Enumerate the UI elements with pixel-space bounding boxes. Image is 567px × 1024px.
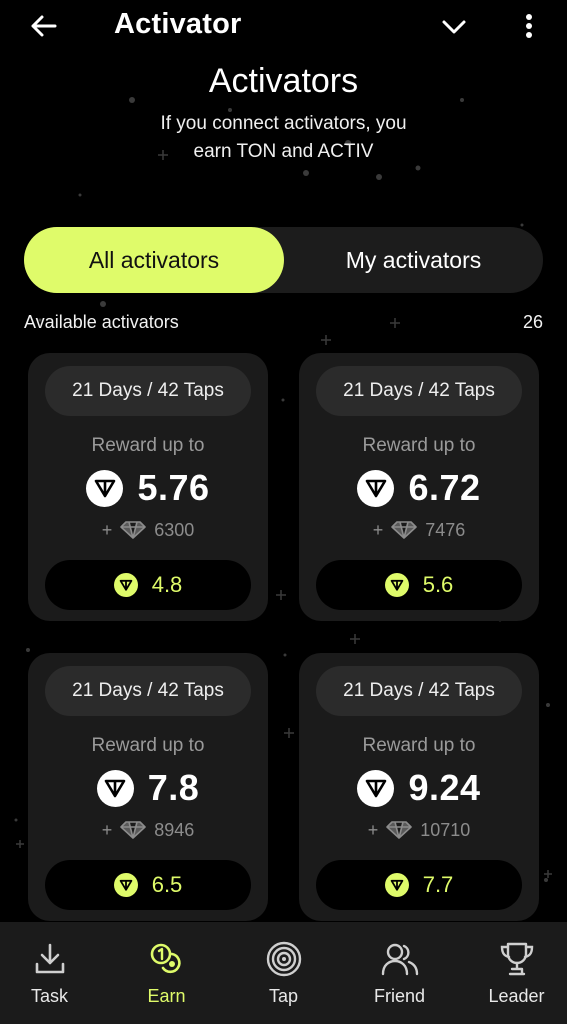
arrow-left-icon <box>31 15 57 37</box>
activator-tabs: All activators My activators <box>24 227 543 293</box>
reward-value: 5.76 <box>137 467 210 508</box>
ton-icon <box>357 769 395 807</box>
gem-bonus: + 6300 <box>28 518 268 542</box>
duration-badge: 21 Days / 42 Taps <box>316 666 522 716</box>
nav-item-task[interactable]: Task <box>0 922 106 1024</box>
ton-icon <box>86 469 124 507</box>
reward-amount: 6.72 <box>299 467 539 509</box>
price-value: 6.5 <box>151 872 183 897</box>
gem-bonus: + 10710 <box>299 818 539 842</box>
app-bar: Activator <box>0 0 567 52</box>
plus-sign: + <box>367 819 379 840</box>
buy-button[interactable]: 5.6 <box>316 560 522 610</box>
tab-my-activators[interactable]: My activators <box>284 227 543 293</box>
activator-card[interactable]: 21 Days / 42 Taps Reward up to 7.8 + 894… <box>28 653 268 921</box>
reward-label: Reward up to <box>91 435 205 456</box>
reward-value: 6.72 <box>408 467 481 508</box>
page-subtitle: If you connect activators, you earn TON … <box>0 110 567 166</box>
subtitle-line: earn TON and ACTIV <box>193 141 374 162</box>
gem-bonus: + 7476 <box>299 518 539 542</box>
chevron-down-icon <box>442 20 466 34</box>
users-icon <box>381 943 418 976</box>
gem-value: 8946 <box>154 819 195 840</box>
activator-card[interactable]: 21 Days / 42 Taps Reward up to 6.72 + 74… <box>299 353 539 621</box>
duration-badge: 21 Days / 42 Taps <box>45 366 251 416</box>
diamond-icon <box>120 821 147 839</box>
reward-value: 7.8 <box>147 767 200 808</box>
nav-item-friend[interactable]: Friend <box>343 922 456 1024</box>
nav-label: Earn <box>147 986 186 1006</box>
tab-all-activators[interactable]: All activators <box>24 227 284 293</box>
plus-sign: + <box>101 819 113 840</box>
activator-card[interactable]: 21 Days / 42 Taps Reward up to 9.24 + 10… <box>299 653 539 921</box>
coins-icon <box>150 943 181 974</box>
gem-bonus: + 8946 <box>28 818 268 842</box>
reward-label: Reward up to <box>91 735 205 756</box>
ton-icon <box>384 873 409 897</box>
available-activators-label: Available activators <box>24 312 179 332</box>
reward-label: Reward up to <box>362 735 476 756</box>
plus-sign: + <box>372 519 384 540</box>
bottom-navigation: Task Earn Tap Friend Leader <box>0 922 567 1024</box>
reward-amount: 9.24 <box>299 767 539 809</box>
price-value: 4.8 <box>151 572 183 597</box>
reward-label: Reward up to <box>362 435 476 456</box>
ton-icon <box>113 873 138 897</box>
nav-label: Tap <box>268 986 299 1006</box>
nav-label: Leader <box>488 986 545 1006</box>
nav-item-leader[interactable]: Leader <box>460 922 567 1024</box>
more-menu-button[interactable] <box>515 10 543 42</box>
nav-item-tap[interactable]: Tap <box>227 922 340 1024</box>
available-activators-count: 26 <box>522 312 543 332</box>
plus-sign: + <box>101 519 113 540</box>
trophy-icon <box>500 942 533 976</box>
buy-button[interactable]: 7.7 <box>316 860 522 910</box>
activator-card[interactable]: 21 Days / 42 Taps Reward up to 5.76 + 63… <box>28 353 268 621</box>
target-icon <box>266 941 301 977</box>
gem-value: 10710 <box>420 819 471 840</box>
ton-icon <box>384 573 409 597</box>
screen: Activator Activators If you connect acti… <box>0 0 567 1024</box>
diamond-icon <box>391 521 418 539</box>
dropdown-button[interactable] <box>438 12 470 42</box>
app-title: Activator <box>114 8 242 40</box>
download-icon <box>35 943 64 974</box>
ton-icon <box>357 469 395 507</box>
buy-button[interactable]: 4.8 <box>45 560 251 610</box>
reward-amount: 5.76 <box>28 467 268 509</box>
nav-label: Friend <box>373 986 426 1006</box>
page-title: Activators <box>208 62 359 100</box>
buy-button[interactable]: 6.5 <box>45 860 251 910</box>
subtitle-line: If you connect activators, you <box>160 113 407 134</box>
price-value: 7.7 <box>422 872 454 897</box>
diamond-icon <box>386 821 413 839</box>
ton-icon <box>96 769 134 807</box>
nav-label: Task <box>30 986 68 1006</box>
duration-badge: 21 Days / 42 Taps <box>45 666 251 716</box>
price-value: 5.6 <box>422 572 454 597</box>
reward-value: 9.24 <box>408 767 481 808</box>
diamond-icon <box>120 521 147 539</box>
gem-value: 7476 <box>425 519 466 540</box>
duration-badge: 21 Days / 42 Taps <box>316 366 522 416</box>
more-vertical-icon <box>526 14 532 38</box>
gem-value: 6300 <box>154 519 195 540</box>
nav-item-earn[interactable]: Earn <box>110 922 223 1024</box>
ton-icon <box>113 573 138 597</box>
reward-amount: 7.8 <box>28 767 268 809</box>
back-button[interactable] <box>26 10 60 42</box>
